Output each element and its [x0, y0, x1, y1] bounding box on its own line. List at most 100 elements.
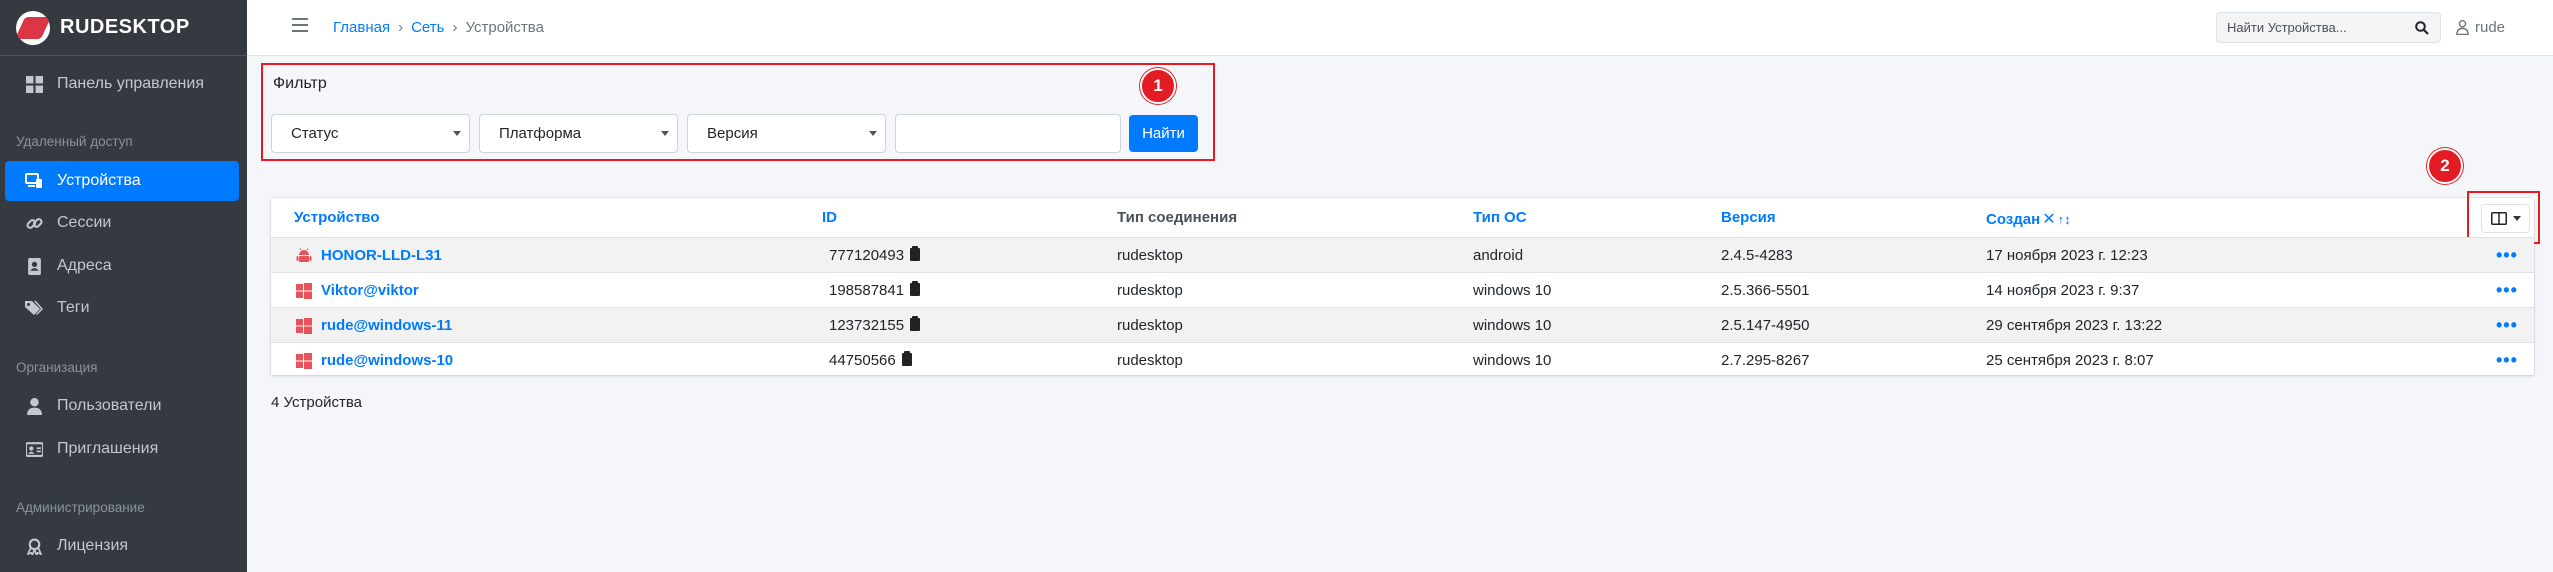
breadcrumb-home[interactable]: Главная — [333, 19, 390, 36]
created-date: 14 ноября 2023 г. 9:37 — [1986, 282, 2140, 299]
status-select-value: Статус — [291, 125, 339, 142]
sidebar-item-sessions[interactable]: Сессии — [5, 203, 239, 243]
link-icon — [25, 214, 43, 232]
created-date: 29 сентября 2023 г. 13:22 — [1986, 317, 2163, 334]
annotation-marker-1: 1 — [1140, 68, 1176, 104]
dashboard-icon — [25, 75, 43, 93]
device-search-input[interactable] — [2217, 13, 2407, 42]
windows-icon — [296, 353, 312, 369]
connection-type: rudesktop — [1117, 247, 1183, 264]
os-type: windows 10 — [1473, 352, 1552, 369]
sort-icon[interactable]: ↑↕ — [2058, 212, 2071, 227]
caret-down-icon — [2512, 216, 2521, 221]
device-id: 123732155 — [829, 316, 921, 334]
breadcrumb-current: Устройства — [465, 19, 544, 36]
breadcrumb-network[interactable]: Сеть — [411, 19, 444, 36]
column-header-created[interactable]: Создан ✕ ↑↕ — [1986, 209, 2071, 229]
nav-header-remote: Удаленный доступ — [16, 134, 133, 149]
breadcrumb-separator: › — [452, 19, 458, 36]
filter-text-input[interactable] — [895, 114, 1121, 153]
device-name[interactable]: rude@windows-10 — [321, 352, 453, 369]
os-type: windows 10 — [1473, 317, 1552, 334]
windows-icon — [296, 318, 312, 334]
filter-panel: Фильтр Статус Платформа Версия Найти 1 — [261, 63, 1215, 161]
clipboard-icon[interactable] — [910, 281, 921, 296]
user-icon — [25, 397, 43, 415]
device-id: 44750566 — [829, 351, 912, 369]
sidebar-item-devices[interactable]: Устройства — [5, 161, 239, 201]
certificate-icon — [25, 537, 43, 555]
device-search — [2216, 12, 2441, 43]
chevron-down-icon — [869, 131, 877, 136]
connection-type: rudesktop — [1117, 317, 1183, 334]
brand-name: RUDESKTOP — [60, 16, 190, 38]
platform-select[interactable]: Платформа — [479, 114, 678, 153]
os-type: windows 10 — [1473, 282, 1552, 299]
breadcrumb: Главная › Сеть › Устройства — [333, 19, 544, 36]
more-actions-icon[interactable]: ••• — [2496, 280, 2518, 301]
find-button[interactable]: Найти — [1129, 115, 1198, 152]
chevron-down-icon — [453, 131, 461, 136]
column-toggle-button[interactable] — [2481, 204, 2530, 233]
user-name: rude — [2475, 19, 2506, 36]
clipboard-icon[interactable] — [910, 316, 921, 331]
column-header-connection: Тип соединения — [1117, 209, 1238, 226]
clear-sort-icon[interactable]: ✕ — [2042, 209, 2055, 229]
sidebar-item-label: Устройства — [57, 172, 141, 189]
sidebar-item-users[interactable]: Пользователи — [5, 386, 239, 426]
connection-type: rudesktop — [1117, 282, 1183, 299]
nav-header-organization: Организация — [16, 360, 98, 375]
column-header-id[interactable]: ID — [822, 209, 837, 226]
version-select-value: Версия — [707, 125, 758, 142]
table-row[interactable]: rude@windows-11 123732155 rudesktop wind… — [271, 307, 2534, 342]
sidebar-item-addresses[interactable]: Адреса — [5, 246, 239, 286]
sidebar-item-label: Панель управления — [57, 75, 204, 92]
sidebar-item-label: Лицензия — [57, 537, 129, 554]
nav-header-administration: Администрирование — [16, 500, 145, 515]
more-actions-icon[interactable]: ••• — [2496, 350, 2518, 371]
annotation-marker-2: 2 — [2427, 148, 2463, 184]
device-name[interactable]: Viktor@viktor — [321, 282, 419, 299]
column-header-os[interactable]: Тип ОС — [1473, 209, 1527, 226]
sidebar-item-label: Теги — [57, 299, 90, 316]
tags-icon — [25, 299, 43, 317]
connection-type: rudesktop — [1117, 352, 1183, 369]
user-menu[interactable]: rude — [2456, 19, 2505, 36]
table-row[interactable]: Viktor@viktor 198587841 rudesktop window… — [271, 272, 2534, 307]
column-header-device[interactable]: Устройство — [294, 209, 380, 226]
os-type: android — [1473, 247, 1524, 264]
version: 2.5.147-4950 — [1721, 317, 1810, 334]
rudesktop-logo — [16, 10, 50, 45]
column-header-created-label: Создан — [1986, 210, 2041, 228]
version: 2.7.295-8267 — [1721, 352, 1810, 369]
status-select[interactable]: Статус — [271, 114, 470, 153]
brand[interactable]: RUDESKTOP — [0, 0, 247, 56]
version: 2.5.366-5501 — [1721, 282, 1810, 299]
menu-toggle-icon[interactable] — [292, 18, 308, 32]
sidebar-item-label: Пользователи — [57, 397, 162, 414]
clipboard-icon[interactable] — [901, 351, 912, 366]
devices-icon — [25, 172, 43, 190]
sidebar-item-label: Адреса — [57, 257, 112, 274]
sidebar-item-invites[interactable]: Приглашения — [5, 429, 239, 469]
more-actions-icon[interactable]: ••• — [2496, 245, 2518, 266]
android-icon — [296, 248, 312, 262]
table-row[interactable]: HONOR-LLD-L31 777120493 rudesktop androi… — [271, 237, 2534, 272]
sidebar-item-dashboard[interactable]: Панель управления — [5, 64, 239, 104]
column-header-version[interactable]: Версия — [1721, 209, 1776, 226]
sidebar-item-license[interactable]: Лицензия — [5, 526, 239, 566]
device-name[interactable]: HONOR-LLD-L31 — [321, 247, 442, 264]
table-row[interactable]: rude@windows-10 44750566 rudesktop windo… — [271, 342, 2534, 377]
created-date: 17 ноября 2023 г. 12:23 — [1986, 247, 2148, 264]
devices-count: 4 Устройства — [271, 394, 362, 411]
platform-select-value: Платформа — [499, 125, 582, 142]
device-name[interactable]: rude@windows-11 — [321, 317, 452, 334]
sidebar-item-label: Приглашения — [57, 440, 159, 457]
clipboard-icon[interactable] — [910, 246, 921, 261]
sidebar-item-tags[interactable]: Теги — [5, 288, 239, 328]
version-select[interactable]: Версия — [687, 114, 886, 153]
search-icon[interactable] — [2407, 13, 2437, 42]
top-navbar: Главная › Сеть › Устройства rude — [247, 0, 2553, 56]
more-actions-icon[interactable]: ••• — [2496, 315, 2518, 336]
device-id: 777120493 — [829, 246, 921, 264]
